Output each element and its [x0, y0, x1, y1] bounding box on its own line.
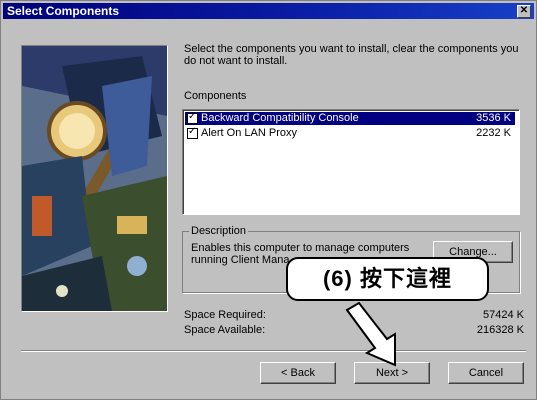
- description-legend: Description: [189, 225, 249, 237]
- window-title: Select Components: [7, 4, 120, 18]
- list-item[interactable]: Alert On LAN Proxy 2232 K: [185, 126, 515, 140]
- setup-dialog: Select Components ✕ Select the component…: [0, 0, 537, 400]
- instructions-text: Select the components you want to instal…: [184, 43, 519, 67]
- space-required-value: 57424 K: [483, 309, 524, 321]
- space-required-label: Space Required:: [184, 309, 266, 321]
- components-label: Components: [184, 90, 247, 102]
- title-bar[interactable]: Select Components ✕: [3, 3, 534, 19]
- component-name: Backward Compatibility Console: [201, 112, 359, 124]
- divider: [21, 350, 526, 352]
- component-checkbox[interactable]: [187, 126, 198, 139]
- annotation-text: (6) 按下這裡: [322, 266, 452, 291]
- close-icon: ✕: [519, 5, 529, 16]
- back-button[interactable]: < Back: [260, 362, 336, 384]
- space-available-label: Space Available:: [184, 324, 266, 336]
- pointer-arrow-icon: [345, 301, 396, 367]
- cancel-button[interactable]: Cancel: [448, 362, 524, 384]
- component-name: Alert On LAN Proxy: [201, 127, 297, 139]
- close-button[interactable]: ✕: [517, 5, 531, 18]
- component-checkbox[interactable]: [187, 111, 198, 124]
- annotation-callout: (6) 按下這裡: [286, 257, 489, 301]
- next-button[interactable]: Next >: [354, 362, 430, 384]
- component-size: 2232 K: [476, 127, 511, 139]
- back-button-label: < Back: [281, 367, 315, 379]
- list-item[interactable]: Backward Compatibility Console 3536 K: [185, 111, 515, 125]
- cancel-button-label: Cancel: [468, 367, 504, 379]
- space-available-value: 216328 K: [476, 324, 524, 336]
- components-list[interactable]: Backward Compatibility Console 3536 K Al…: [182, 109, 520, 215]
- wizard-illustration: [21, 45, 168, 312]
- component-size: 3536 K: [476, 112, 511, 124]
- next-button-label: Next >: [375, 367, 409, 379]
- wizard-illustration-graphic: [22, 46, 167, 311]
